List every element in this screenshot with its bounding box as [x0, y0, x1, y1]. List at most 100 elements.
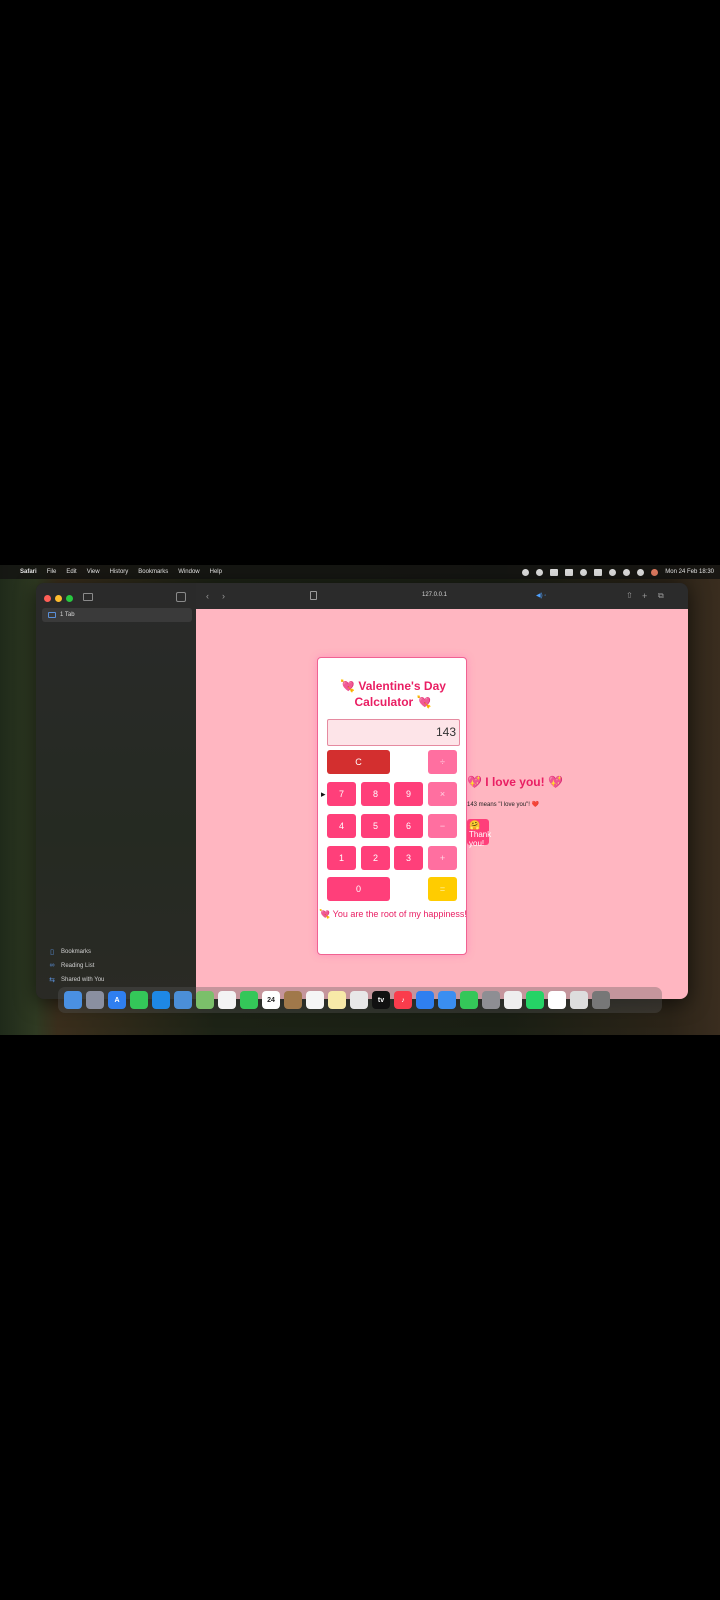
safari-window: 1 Tab ▯ Bookmarks ∞ Reading List ⇆ Share…: [36, 583, 688, 999]
forward-icon[interactable]: ›: [222, 591, 225, 601]
numbers-icon[interactable]: [460, 991, 478, 1009]
safari-icon[interactable]: [152, 991, 170, 1009]
clear-button[interactable]: C: [327, 750, 390, 774]
back-icon[interactable]: ‹: [206, 591, 209, 601]
menu-edit[interactable]: Edit: [66, 569, 76, 575]
menu-window[interactable]: Window: [178, 569, 199, 575]
sidebar-reading-list-label: Reading List: [61, 962, 95, 969]
preview-icon[interactable]: [570, 991, 588, 1009]
calculator-footer-message: 💘 You are the root of my happiness!: [319, 909, 467, 919]
display-icon[interactable]: [550, 568, 559, 576]
calculator-card: 💘 Valentine's Day Calculator 💘 143 C ÷ 7…: [317, 657, 467, 955]
siri-icon[interactable]: [651, 568, 659, 576]
meaning-text: 143 means "I love you"! ❤️: [467, 802, 540, 808]
apple-tv-icon[interactable]: tv: [372, 991, 390, 1009]
page-icon[interactable]: [310, 591, 317, 600]
digit-0-button[interactable]: 0: [327, 877, 390, 901]
new-tab-icon[interactable]: +: [642, 591, 647, 601]
mail-icon[interactable]: [174, 991, 192, 1009]
thank-you-button[interactable]: 🤗 Thank you!: [467, 819, 492, 848]
digit-2-button[interactable]: 2: [361, 846, 390, 870]
sidebar-shared-label: Shared with You: [61, 977, 105, 983]
share-icon[interactable]: ⇧: [626, 591, 633, 601]
contacts-icon[interactable]: [284, 991, 302, 1009]
chrome-icon[interactable]: [504, 991, 522, 1009]
status-area: Mon 24 Feb 18:30: [522, 565, 714, 579]
sidebar-item-tabs[interactable]: 1 Tab: [42, 608, 192, 622]
calculator-display[interactable]: 143: [327, 719, 460, 746]
menu-clock[interactable]: Mon 24 Feb 18:30: [665, 569, 714, 575]
keyboard-icon[interactable]: [565, 568, 574, 576]
battery-icon[interactable]: [594, 568, 603, 576]
menu-bar: Safari File Edit View History Bookmarks …: [0, 565, 720, 579]
calendar-icon[interactable]: 24: [262, 991, 280, 1009]
minimize-window-button[interactable]: [55, 595, 62, 602]
sidebar: 1 Tab ▯ Bookmarks ∞ Reading List ⇆ Share…: [36, 583, 196, 999]
address-bar[interactable]: 127.0.0.1: [422, 592, 447, 598]
facetime-icon[interactable]: [240, 991, 258, 1009]
system-settings-icon[interactable]: [482, 991, 500, 1009]
tab-overview-icon[interactable]: ⧉: [658, 591, 664, 601]
whatsapp-icon[interactable]: [526, 991, 544, 1009]
sidebar-bookmarks-label: Bookmarks: [61, 949, 92, 955]
tabs-icon: [48, 612, 56, 618]
plus-button[interactable]: +: [428, 846, 457, 870]
digit-5-button[interactable]: 5: [361, 814, 390, 838]
toolbar: ‹ › 127.0.0.1 ◀) ◦ ⇧ + ⧉: [196, 583, 688, 609]
thank-you-label: Thank you!: [469, 830, 492, 848]
tab-group-icon[interactable]: [176, 592, 186, 602]
sidebar-tab-label: 1 Tab: [60, 612, 75, 618]
launchpad-icon[interactable]: [86, 991, 104, 1009]
digit-7-button[interactable]: 7: [327, 782, 356, 806]
menu-app-name[interactable]: Safari: [20, 569, 37, 575]
sidebar-toggle-icon[interactable]: [83, 593, 93, 601]
equals-button[interactable]: =: [428, 877, 457, 901]
minus-button[interactable]: −: [428, 814, 457, 838]
keynote-icon[interactable]: [438, 991, 456, 1009]
digit-4-button[interactable]: 4: [327, 814, 356, 838]
digit-3-button[interactable]: 3: [394, 846, 423, 870]
music-icon[interactable]: ♪: [394, 991, 412, 1009]
record-icon[interactable]: [522, 568, 530, 576]
web-page: 💘 Valentine's Day Calculator 💘 143 C ÷ 7…: [196, 609, 688, 999]
vscode-icon[interactable]: [548, 991, 566, 1009]
desktop-screen: Safari File Edit View History Bookmarks …: [0, 565, 720, 1035]
sidebar-item-reading-list[interactable]: ∞ Reading List: [48, 962, 95, 969]
digit-9-button[interactable]: 9: [394, 782, 423, 806]
digit-1-button[interactable]: 1: [327, 846, 356, 870]
calculator-title: 💘 Valentine's Day Calculator 💘: [340, 679, 446, 709]
finder-icon[interactable]: [64, 991, 82, 1009]
audio-icon[interactable]: ◀) ◦: [536, 592, 546, 599]
digit-6-button[interactable]: 6: [394, 814, 423, 838]
digit-8-button[interactable]: 8: [361, 782, 390, 806]
notes-icon[interactable]: [328, 991, 346, 1009]
dock: A 24 tv ♪: [58, 987, 662, 1013]
menu-view[interactable]: View: [87, 569, 100, 575]
trash-icon[interactable]: [592, 991, 610, 1009]
menu-help[interactable]: Help: [210, 569, 222, 575]
control-icon[interactable]: [580, 568, 588, 576]
divide-button[interactable]: ÷: [428, 750, 457, 774]
airdrop-icon[interactable]: [536, 568, 544, 576]
app-store-icon[interactable]: A: [108, 991, 126, 1009]
multiply-button[interactable]: ×: [428, 782, 457, 806]
menu-file[interactable]: File: [47, 569, 57, 575]
messages-icon[interactable]: [130, 991, 148, 1009]
search-icon[interactable]: [623, 568, 631, 576]
sidebar-item-shared[interactable]: ⇆ Shared with You: [48, 976, 104, 984]
photos-icon[interactable]: [218, 991, 236, 1009]
sidebar-item-bookmarks[interactable]: ▯ Bookmarks: [48, 948, 91, 956]
glasses-icon: ∞: [49, 962, 55, 969]
menu-bookmarks[interactable]: Bookmarks: [138, 569, 168, 575]
hug-emoji-icon: 🤗: [469, 820, 481, 830]
zoom-window-button[interactable]: [66, 595, 73, 602]
maps-icon[interactable]: [196, 991, 214, 1009]
arc-icon[interactable]: [416, 991, 434, 1009]
control-center-icon[interactable]: [637, 568, 645, 576]
menu-history[interactable]: History: [110, 569, 129, 575]
wifi-icon[interactable]: [609, 568, 617, 576]
shared-icon: ⇆: [49, 977, 55, 984]
reminders-icon[interactable]: [306, 991, 324, 1009]
freeform-icon[interactable]: [350, 991, 368, 1009]
close-window-button[interactable]: [44, 595, 51, 602]
